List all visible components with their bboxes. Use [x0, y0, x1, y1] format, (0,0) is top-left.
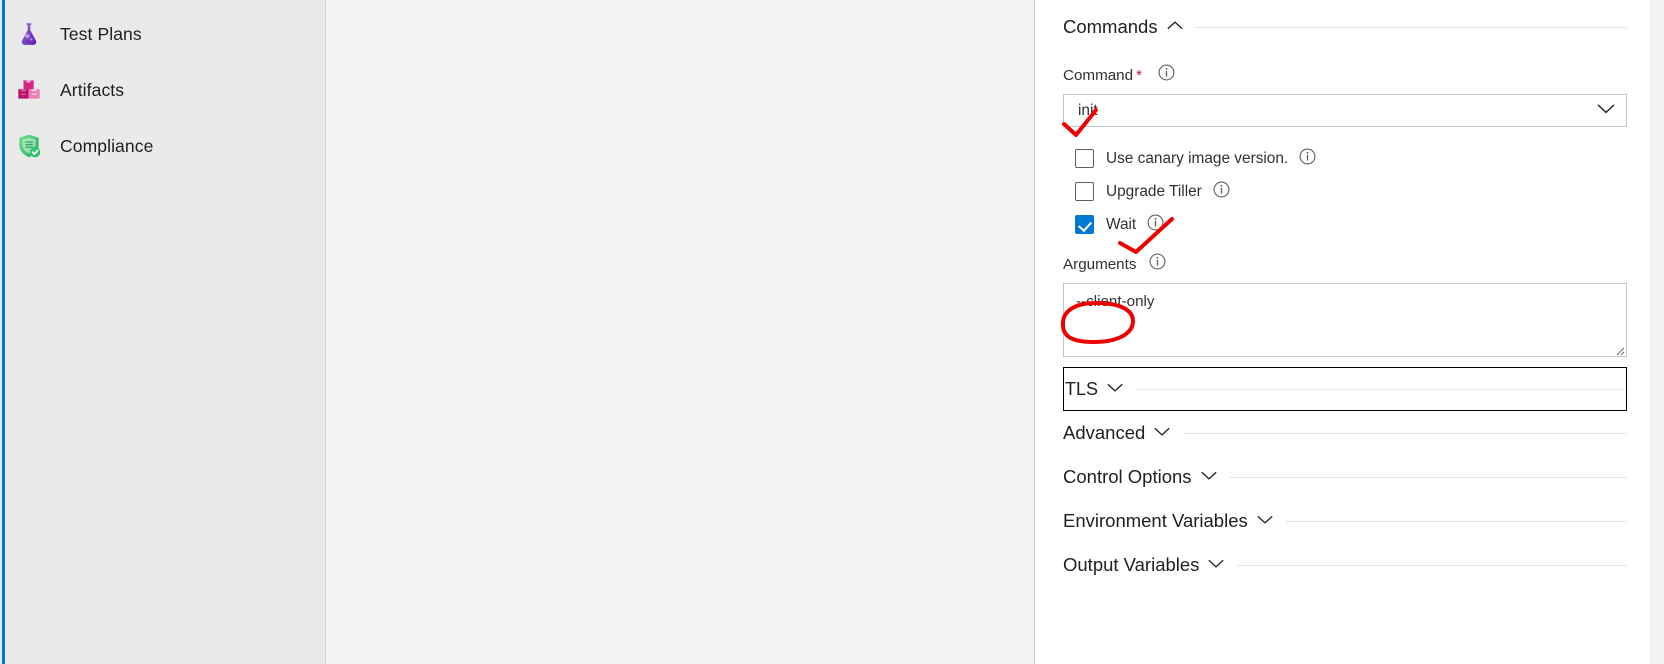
- chevron-down-icon: [1208, 556, 1224, 574]
- packages-icon: [15, 76, 43, 104]
- section-title: Environment Variables: [1063, 510, 1248, 531]
- checkbox-use-canary-image-version[interactable]: [1075, 149, 1094, 168]
- section-rule: [1195, 26, 1627, 28]
- section-rule: [1285, 520, 1627, 522]
- section-header-tls[interactable]: TLS: [1063, 367, 1627, 411]
- section-header-commands[interactable]: Commands: [1063, 8, 1627, 46]
- primary-sidebar: Test Plans Artifacts Compliance: [0, 0, 326, 664]
- info-icon[interactable]: [1147, 214, 1164, 236]
- task-list-pane: [326, 0, 1035, 664]
- collapsed-sections-list: TLS Advanced Control Options Environment…: [1063, 367, 1627, 587]
- info-icon[interactable]: [1158, 64, 1175, 86]
- info-icon[interactable]: [1213, 181, 1230, 203]
- section-title: Control Options: [1063, 466, 1192, 487]
- chevron-down-icon[interactable]: [1597, 102, 1615, 120]
- sidebar-item-compliance[interactable]: Compliance: [0, 118, 325, 174]
- sidebar-item-label: Artifacts: [60, 79, 125, 100]
- arguments-label-row: Arguments: [1063, 253, 1627, 275]
- section-header-advanced[interactable]: Advanced: [1063, 411, 1627, 455]
- checkbox-wait[interactable]: [1075, 215, 1094, 234]
- section-title: Output Variables: [1063, 554, 1200, 575]
- chevron-down-icon: [1201, 468, 1217, 486]
- command-label: Command: [1063, 66, 1134, 84]
- checkbox-label: Upgrade Tiller: [1106, 182, 1202, 200]
- info-icon[interactable]: [1299, 148, 1316, 170]
- required-marker: *: [1136, 66, 1142, 84]
- section-title: TLS: [1065, 378, 1099, 399]
- sidebar-item-test-plans[interactable]: Test Plans: [0, 6, 325, 62]
- checkbox-row-upgrade-tiller[interactable]: Upgrade Tiller: [1063, 175, 1627, 208]
- section-rule: [1229, 476, 1627, 478]
- left-accent-rail: [2, 0, 5, 664]
- sidebar-item-label: Compliance: [60, 135, 154, 156]
- checkbox-row-wait[interactable]: Wait: [1063, 208, 1627, 241]
- section-rule: [1136, 388, 1624, 390]
- checkbox-upgrade-tiller[interactable]: [1075, 182, 1094, 201]
- info-icon[interactable]: [1149, 253, 1166, 275]
- section-title: Commands: [1063, 16, 1158, 37]
- beaker-icon: [15, 20, 43, 48]
- chevron-down-icon: [1257, 512, 1273, 530]
- section-header-environment-variables[interactable]: Environment Variables: [1063, 499, 1627, 543]
- arguments-textarea[interactable]: --client-only: [1063, 283, 1627, 357]
- chevron-down-icon: [1107, 380, 1123, 398]
- command-dropdown[interactable]: init: [1063, 94, 1627, 127]
- section-rule: [1183, 432, 1627, 434]
- arguments-value: --client-only: [1076, 293, 1155, 310]
- section-header-control-options[interactable]: Control Options: [1063, 455, 1627, 499]
- section-rule: [1237, 564, 1627, 566]
- sidebar-item-artifacts[interactable]: Artifacts: [0, 62, 325, 118]
- task-properties-pane: Commands Command * init Use canary image…: [1035, 0, 1664, 664]
- command-label-row: Command *: [1063, 64, 1627, 86]
- checkbox-row-use-canary-image-version[interactable]: Use canary image version.: [1063, 142, 1627, 175]
- task-editor-window: Test Plans Artifacts Compliance Commands…: [0, 0, 1664, 664]
- vertical-scrollbar[interactable]: [1650, 0, 1664, 664]
- arguments-label: Arguments: [1063, 255, 1137, 273]
- command-options-checkbox-group: Use canary image version. Upgrade Tiller: [1063, 142, 1627, 241]
- section-header-output-variables[interactable]: Output Variables: [1063, 543, 1627, 587]
- section-title: Advanced: [1063, 422, 1146, 443]
- command-value: init: [1078, 101, 1098, 119]
- resize-handle-icon[interactable]: [1612, 342, 1625, 356]
- checkbox-label: Wait: [1106, 215, 1137, 233]
- shield-check-icon: [15, 132, 43, 160]
- sidebar-item-label: Test Plans: [60, 23, 142, 44]
- checkbox-label: Use canary image version.: [1106, 149, 1289, 167]
- chevron-up-icon: [1167, 18, 1183, 36]
- chevron-down-icon: [1154, 424, 1170, 442]
